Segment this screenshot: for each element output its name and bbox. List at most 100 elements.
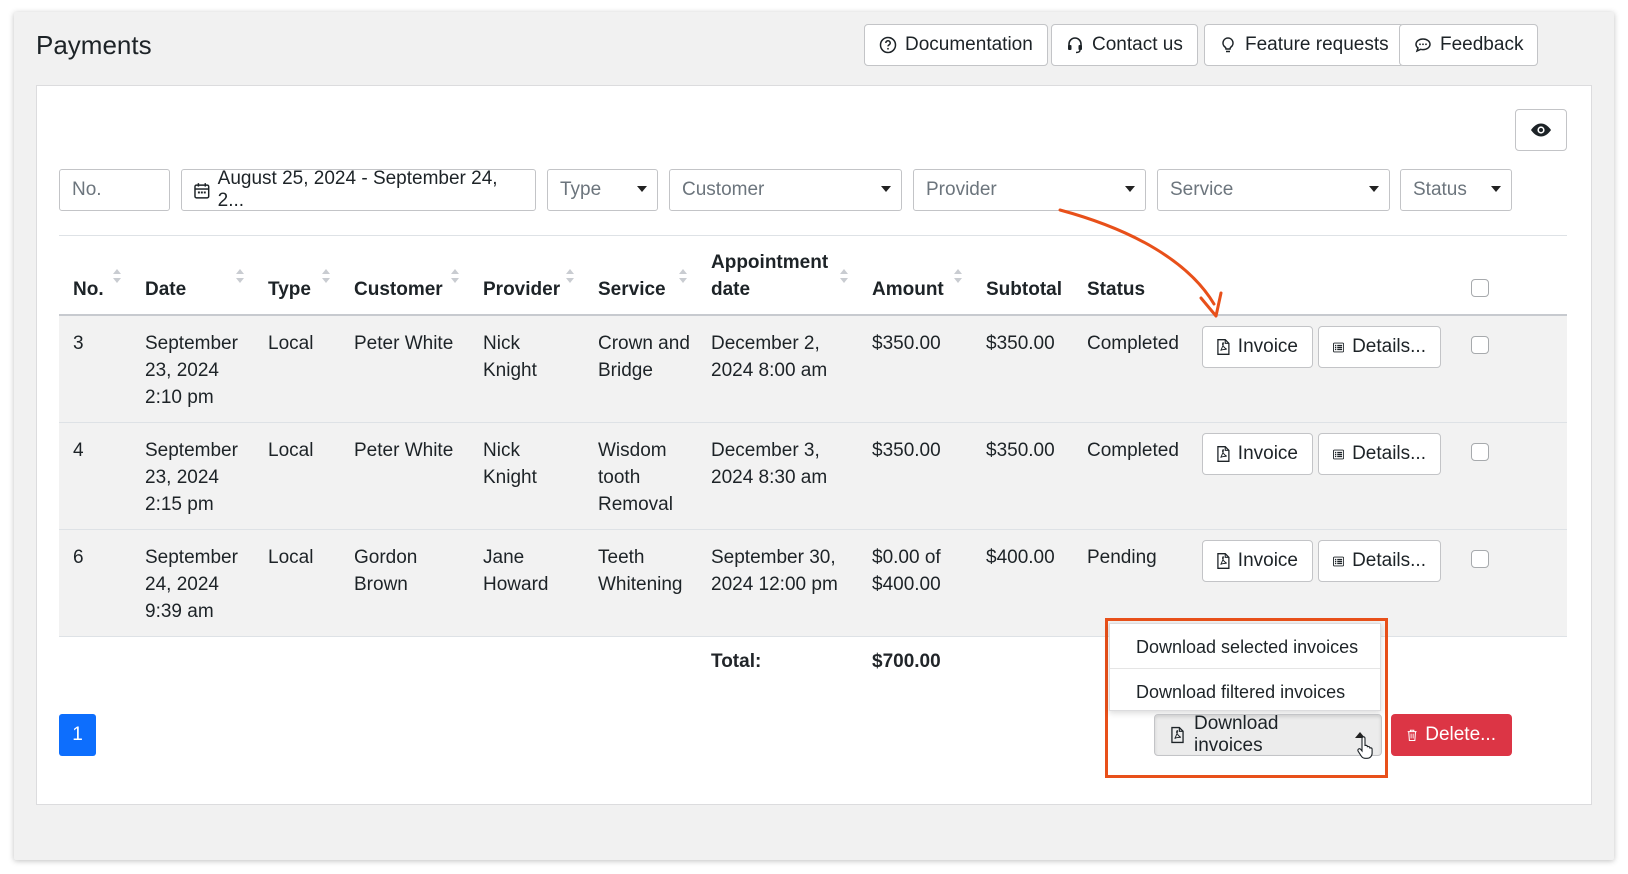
contact-us-label: Contact us [1092,34,1183,55]
column-header-no[interactable]: No. [73,276,104,303]
row-checkbox[interactable] [1471,550,1489,568]
eye-icon [1531,123,1551,137]
calendar-icon [194,182,210,199]
details-button[interactable]: Details... [1318,433,1441,475]
invoice-label: Invoice [1237,550,1298,571]
sort-icon[interactable] [113,269,121,283]
table-row: 4 September 23, 2024 2:15 pm Local Peter… [59,423,1567,530]
date-range-picker[interactable]: August 25, 2024 - September 24, 2... [181,168,536,211]
type-filter-label: Type [560,179,602,200]
cell-appointment-date: September 30, 2024 12:00 pm [711,547,838,595]
lightbulb-icon [1222,37,1234,53]
customer-filter-select[interactable]: Customer [669,169,902,211]
page-title: Payments [36,30,152,60]
details-button[interactable]: Details... [1318,326,1441,368]
pdf-file-icon [1171,726,1184,744]
details-label: Details... [1352,443,1426,464]
cell-service: Wisdom tooth Removal [598,440,673,515]
documentation-button[interactable]: Documentation [864,24,1048,66]
list-icon [1333,449,1345,459]
type-filter-select[interactable]: Type [547,169,658,211]
provider-filter-select[interactable]: Provider [913,169,1146,211]
service-filter-select[interactable]: Service [1157,169,1390,211]
feedback-label: Feedback [1440,34,1524,55]
sort-icon[interactable] [840,269,848,283]
customer-filter-label: Customer [682,179,765,200]
feedback-button[interactable]: Feedback [1399,24,1539,66]
contact-us-button[interactable]: Contact us [1051,24,1198,66]
cell-subtotal: $350.00 [986,440,1055,461]
invoice-button[interactable]: Invoice [1202,540,1313,582]
cell-provider: Jane Howard [483,547,549,595]
pdf-file-icon [1217,553,1230,569]
date-range-value: August 25, 2024 - September 24, 2... [217,168,498,211]
download-invoices-label: Download invoices [1193,713,1279,756]
cell-type: Local [268,547,314,568]
chat-bubble-icon [1415,38,1431,53]
documentation-label: Documentation [905,34,1033,55]
cell-date: September 23, 2024 2:10 pm [145,333,238,408]
status-filter-label: Status [1413,179,1467,200]
column-header-date[interactable]: Date [145,276,186,303]
invoice-label: Invoice [1237,336,1298,357]
cell-date: September 23, 2024 2:15 pm [145,440,238,515]
delete-button[interactable]: Delete... [1391,714,1512,756]
invoice-button[interactable]: Invoice [1202,326,1313,368]
cell-no: 4 [73,440,84,461]
sort-icon[interactable] [954,269,962,283]
column-header-service[interactable]: Service [598,276,666,303]
question-circle-icon [879,36,897,54]
cell-subtotal: $400.00 [986,547,1055,568]
cell-service: Teeth Whitening [598,547,683,595]
column-header-amount[interactable]: Amount [872,276,944,303]
details-button[interactable]: Details... [1318,540,1441,582]
headset-icon [1068,37,1082,54]
column-header-customer[interactable]: Customer [354,276,443,303]
sort-icon[interactable] [322,269,330,283]
filters-divider [59,235,1567,236]
sort-icon[interactable] [679,269,687,283]
cell-date: September 24, 2024 9:39 am [145,547,238,622]
download-dropdown-menu: Download selected invoices Download filt… [1109,623,1381,711]
chevron-down-icon [881,186,891,192]
download-invoices-button[interactable]: Download invoices [1154,713,1382,756]
column-header-status: Status [1087,279,1146,300]
list-icon [1333,556,1345,566]
sort-icon[interactable] [566,269,574,283]
cell-customer: Gordon Brown [354,547,418,595]
download-selected-invoices-item[interactable]: Download selected invoices [1136,637,1358,658]
chevron-down-icon [1369,186,1379,192]
cell-service: Crown and Bridge [598,333,690,381]
status-filter-select[interactable]: Status [1400,169,1512,211]
column-visibility-button[interactable] [1515,109,1567,151]
details-label: Details... [1352,336,1426,357]
column-header-provider[interactable]: Provider [483,276,560,303]
cell-type: Local [268,440,314,461]
delete-label: Delete... [1425,724,1496,745]
download-filtered-invoices-item[interactable]: Download filtered invoices [1136,682,1345,703]
feature-requests-label: Feature requests [1245,34,1389,55]
hand-pointer-cursor-icon [1357,736,1373,759]
select-all-checkbox[interactable] [1471,279,1489,297]
provider-filter-label: Provider [926,179,997,200]
sort-icon[interactable] [236,269,244,283]
feature-requests-button[interactable]: Feature requests [1204,24,1404,66]
pdf-file-icon [1217,339,1230,355]
cell-amount: $350.00 [872,333,941,354]
number-filter-input[interactable]: No. [59,169,170,211]
sort-icon[interactable] [451,269,459,283]
pagination-page-1[interactable]: 1 [59,714,96,756]
payments-card: No. August 25, 2024 - September 24, 2...… [36,85,1592,805]
column-header-appointment-date[interactable]: Appointment date [711,249,828,303]
table-row: 3 September 23, 2024 2:10 pm Local Peter… [59,316,1567,423]
row-checkbox[interactable] [1471,336,1489,354]
column-header-type[interactable]: Type [268,276,311,303]
row-checkbox[interactable] [1471,443,1489,461]
chevron-down-icon [637,186,647,192]
total-label: Total: [711,651,762,672]
invoice-button[interactable]: Invoice [1202,433,1313,475]
cell-no: 6 [73,547,84,568]
menu-divider [1110,668,1380,669]
cell-type: Local [268,333,314,354]
chevron-down-icon [1125,186,1135,192]
